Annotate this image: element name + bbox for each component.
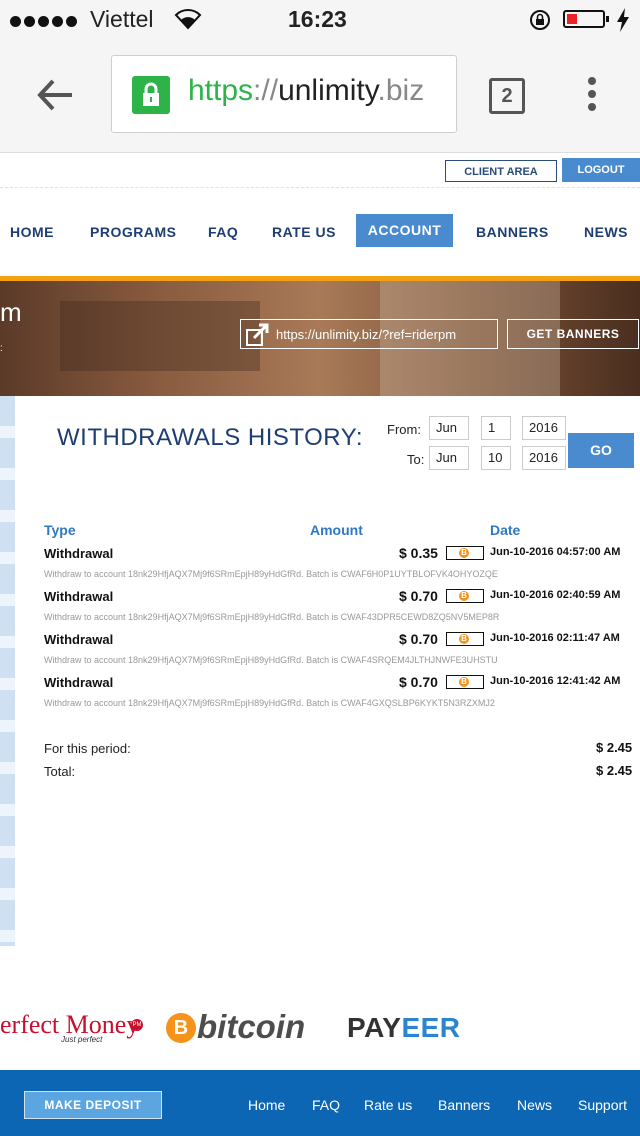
row-date: Jun-10-2016 04:57:00 AM [490, 546, 621, 558]
row-type: Withdrawal [44, 546, 114, 561]
to-month-select[interactable]: Jun [429, 446, 469, 470]
back-arrow-icon[interactable] [36, 78, 74, 112]
row-date: Jun-10-2016 12:41:42 AM [490, 675, 621, 687]
bitcoin-coin-icon: B [446, 589, 484, 603]
bitcoin-coin-icon: B [446, 546, 484, 560]
column-amount: Amount [310, 522, 363, 538]
row-description: Withdraw to account 18nk29HfjAQX7Mj9f6SR… [44, 655, 498, 665]
footer: MAKE DEPOSIT Home FAQ Rate us Banners Ne… [0, 1070, 640, 1136]
banner-label-fragment: : [0, 343, 3, 354]
row-description: Withdraw to account 18nk29HfjAQX7Mj9f6SR… [44, 698, 495, 708]
total-value: $ 2.45 [596, 763, 633, 778]
row-description: Withdraw to account 18nk29HfjAQX7Mj9f6SR… [44, 612, 500, 622]
from-year-select[interactable]: 2016 [522, 416, 566, 440]
tab-switcher-button[interactable]: 2 [489, 78, 525, 114]
charging-bolt-icon [617, 8, 629, 32]
row-amount: $ 0.70 [399, 588, 438, 604]
make-deposit-button[interactable]: MAKE DEPOSIT [24, 1091, 162, 1119]
clock: 16:23 [288, 6, 347, 32]
lock-icon [132, 76, 170, 114]
bitcoin-logo-icon: B [166, 1013, 196, 1043]
perfect-money-tagline: Just perfect [61, 1035, 103, 1044]
period-label: For this period: [44, 741, 131, 756]
bitcoin-coin-icon: B [446, 632, 484, 646]
row-amount: $ 0.70 [399, 674, 438, 690]
footer-link-support[interactable]: Support [578, 1097, 627, 1113]
main-nav: HOME PROGRAMS FAQ RATE US ACCOUNT BANNER… [0, 190, 640, 281]
referral-link-box[interactable]: https://unlimity.biz/?ref=riderpm [240, 319, 498, 349]
row-date: Jun-10-2016 02:40:59 AM [490, 589, 621, 601]
row-type: Withdrawal [44, 632, 114, 647]
total-label: Total: [44, 764, 76, 779]
url-text: https://unlimity.biz [188, 74, 425, 107]
footer-link-home[interactable]: Home [248, 1097, 285, 1113]
referral-banner: m : https://unlimity.biz/?ref=riderpm GE… [0, 281, 640, 396]
browser-toolbar: https://unlimity.biz 2 [0, 40, 640, 153]
row-amount: $ 0.70 [399, 631, 438, 647]
account-strip: CLIENT AREA LOGOUT [0, 153, 640, 188]
perfect-money-badge: PM [131, 1019, 143, 1031]
payeer-logo: PAYEER [347, 1012, 461, 1043]
column-date: Date [490, 522, 521, 538]
referral-link-text: https://unlimity.biz/?ref=riderpm [276, 327, 457, 342]
from-label: From: [387, 422, 421, 437]
row-type: Withdrawal [44, 589, 114, 604]
row-type: Withdrawal [44, 675, 114, 690]
to-label: To: [407, 452, 425, 467]
external-link-icon [246, 323, 269, 346]
signal-dots-icon [10, 14, 80, 32]
address-bar[interactable]: https://unlimity.biz [111, 55, 457, 133]
to-day-select[interactable]: 10 [481, 446, 511, 470]
banner-shadow [60, 301, 260, 371]
rotation-lock-icon [530, 10, 550, 30]
footer-link-rate-us[interactable]: Rate us [364, 1097, 412, 1113]
carrier-name: Viettel [90, 6, 154, 32]
battery-icon [563, 10, 609, 28]
page-title: WITHDRAWALS HISTORY: [57, 424, 364, 451]
from-day-select[interactable]: 1 [481, 416, 511, 440]
footer-link-news[interactable]: News [517, 1097, 552, 1113]
nav-news[interactable]: NEWS [584, 224, 628, 240]
row-date: Jun-10-2016 02:11:47 AM [490, 632, 620, 644]
footer-link-banners[interactable]: Banners [438, 1097, 490, 1113]
nav-faq[interactable]: FAQ [208, 224, 238, 240]
nav-home[interactable]: HOME [10, 224, 54, 240]
nav-account[interactable]: ACCOUNT [356, 214, 453, 247]
kebab-menu-icon[interactable] [588, 77, 596, 116]
bitcoin-coin-icon: B [446, 675, 484, 689]
status-bar: Viettel 16:23 [0, 0, 640, 40]
left-sidebar-edge [0, 396, 15, 946]
client-area-button[interactable]: CLIENT AREA [445, 160, 557, 182]
row-description: Withdraw to account 18nk29HfjAQX7Mj9f6SR… [44, 569, 498, 579]
bitcoin-logo-text: bitcoin [197, 1008, 306, 1045]
row-amount: $ 0.35 [399, 545, 438, 561]
nav-banners[interactable]: BANNERS [476, 224, 549, 240]
banner-username-fragment: m [0, 297, 22, 327]
to-year-select[interactable]: 2016 [522, 446, 566, 470]
get-banners-button[interactable]: GET BANNERS [507, 319, 639, 349]
nav-programs[interactable]: PROGRAMS [90, 224, 176, 240]
footer-link-faq[interactable]: FAQ [312, 1097, 340, 1113]
go-button[interactable]: GO [568, 433, 634, 468]
period-value: $ 2.45 [596, 740, 633, 755]
column-type: Type [44, 522, 76, 538]
logout-button[interactable]: LOGOUT [562, 158, 640, 182]
wifi-icon [174, 9, 202, 30]
nav-rate-us[interactable]: RATE US [272, 224, 336, 240]
from-month-select[interactable]: Jun [429, 416, 469, 440]
